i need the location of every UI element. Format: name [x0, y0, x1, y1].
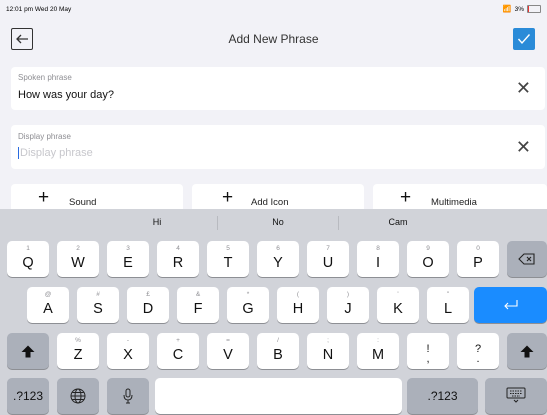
dismiss-keyboard-key[interactable] [485, 378, 547, 414]
shift-icon [520, 345, 534, 358]
clear-display-icon[interactable]: ✕ [516, 138, 531, 156]
status-time: 12:01 pm Wed 20 May [6, 6, 72, 13]
spoken-phrase-field[interactable]: Spoken phrase How was your day? ✕ [11, 67, 545, 110]
key-z[interactable]: % Z [57, 333, 99, 369]
dictation-key[interactable] [107, 378, 149, 414]
add-icon-label: Add Icon [251, 197, 289, 208]
status-bar: 12:01 pm Wed 20 May 📶 3% [0, 0, 547, 18]
return-key[interactable] [474, 287, 547, 323]
key-r[interactable]: 4R [157, 241, 199, 277]
numbers-key-left[interactable]: .?123 [7, 378, 49, 414]
microphone-icon [123, 388, 133, 404]
shift-key-right[interactable] [507, 333, 547, 369]
key-f[interactable]: & F [177, 287, 219, 323]
key-s[interactable]: # S [77, 287, 119, 323]
plus-icon: + [222, 187, 234, 208]
key-b[interactable]: / B [257, 333, 299, 369]
text-cursor [18, 147, 19, 160]
key-q[interactable]: 1Q [7, 241, 49, 277]
key-k[interactable]: ' K [377, 287, 419, 323]
key-v[interactable]: = V [207, 333, 249, 369]
key-a[interactable]: @ A [27, 287, 69, 323]
add-sound-label: Sound [69, 197, 97, 208]
shift-key-left[interactable] [7, 333, 49, 369]
add-sound-button[interactable]: + Sound [11, 184, 183, 209]
numbers-key-right[interactable]: .?123 [407, 378, 478, 414]
key-p[interactable]: 0P [457, 241, 499, 277]
key-w[interactable]: 2W [57, 241, 99, 277]
key-d[interactable]: £ D [127, 287, 169, 323]
page-title: Add New Phrase [228, 32, 319, 46]
key-exclaim-comma[interactable]: ! , [407, 333, 449, 369]
clear-spoken-icon[interactable]: ✕ [516, 79, 531, 97]
battery-percent: 3% [514, 5, 524, 13]
return-icon [504, 300, 518, 310]
key-o[interactable]: 9O [407, 241, 449, 277]
key-i[interactable]: 8I [357, 241, 399, 277]
backspace-key[interactable] [507, 241, 547, 277]
add-multimedia-label: Multimedia [431, 197, 477, 208]
checkmark-icon [517, 34, 531, 45]
shift-icon [21, 345, 35, 358]
suggestion-bar: Hi No Cam [0, 209, 547, 236]
key-n[interactable]: ; N [307, 333, 349, 369]
key-j[interactable]: ) J [327, 287, 369, 323]
battery-icon [527, 5, 541, 13]
add-multimedia-button[interactable]: + Multimedia [373, 184, 547, 209]
globe-icon [70, 388, 86, 404]
display-phrase-input[interactable]: Display phrase [18, 147, 93, 160]
spoken-phrase-value: How was your day? [18, 89, 114, 101]
key-h[interactable]: (H [277, 287, 319, 323]
keyboard-icon [506, 387, 526, 403]
suggestion-item[interactable]: Cam [348, 217, 448, 227]
plus-icon: + [38, 187, 50, 208]
key-e[interactable]: 3E [107, 241, 149, 277]
key-l[interactable]: " L [427, 287, 469, 323]
key-question-period[interactable]: ? . [457, 333, 499, 369]
key-y[interactable]: 6Y [257, 241, 299, 277]
key-u[interactable]: 7U [307, 241, 349, 277]
plus-icon: + [400, 187, 412, 208]
display-phrase-field[interactable]: Display phrase Display phrase ✕ [11, 125, 545, 169]
key-c[interactable]: + C [157, 333, 199, 369]
key-x[interactable]: -X [107, 333, 149, 369]
suggestion-item[interactable]: Hi [107, 217, 207, 227]
space-bar[interactable] [155, 378, 402, 414]
suggestion-item[interactable]: No [228, 217, 328, 227]
globe-key[interactable] [57, 378, 99, 414]
add-icon-button[interactable]: + Add Icon [192, 184, 364, 209]
key-t[interactable]: 5T [207, 241, 249, 277]
key-g[interactable]: * G [227, 287, 269, 323]
save-button[interactable] [513, 28, 535, 50]
key-m[interactable]: :M [357, 333, 399, 369]
wifi-icon: 📶 [502, 6, 512, 13]
spoken-phrase-label: Spoken phrase [18, 73, 72, 82]
display-phrase-label: Display phrase [18, 132, 71, 141]
nav-bar: Add New Phrase [0, 24, 547, 54]
backspace-icon [518, 253, 535, 265]
